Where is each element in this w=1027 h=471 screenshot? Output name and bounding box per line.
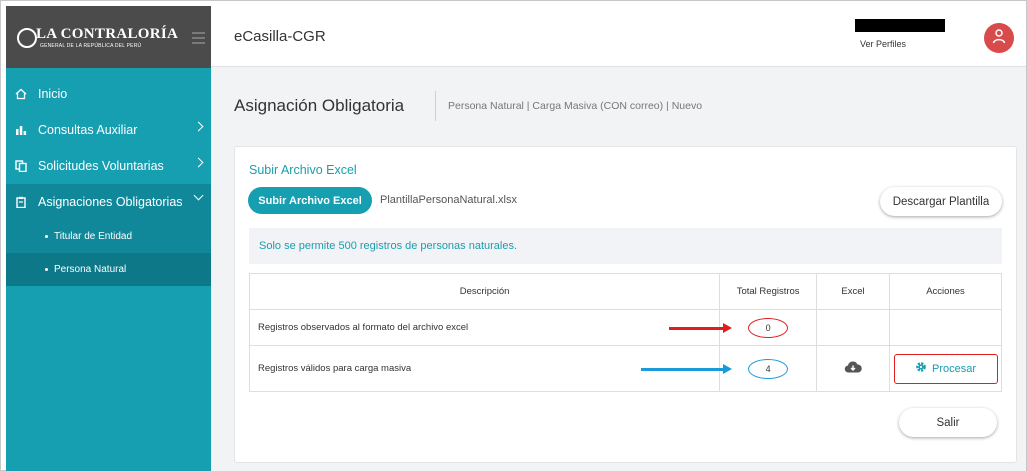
sidebar-item-consultas-auxiliar[interactable]: Consultas Auxiliar [6, 112, 211, 148]
sidebar-item-asignaciones-obligatorias[interactable]: Asignaciones Obligatorias [6, 184, 211, 220]
column-header-acciones: Acciones [889, 273, 1002, 310]
download-template-button[interactable]: Descargar Plantilla [880, 187, 1002, 216]
card-title: Subir Archivo Excel [249, 163, 357, 177]
row-description: Registros válidos para carga masiva [258, 363, 412, 374]
breadcrumb: Persona Natural | Carga Masiva (CON corr… [435, 91, 702, 121]
sidebar-subitem-titular-de-entidad[interactable]: Titular de Entidad [6, 220, 211, 253]
chevron-right-icon [193, 157, 204, 168]
red-arrow-annotation [669, 322, 732, 333]
sidebar-item-solicitudes-voluntarias[interactable]: Solicitudes Voluntarias [6, 148, 211, 184]
total-observed-badge: 0 [748, 317, 789, 338]
row-description-cell: Registros válidos para carga masiva [248, 345, 732, 392]
main-content: Asignación Obligatoria Persona Natural |… [211, 67, 1026, 471]
upload-card: Subir Archivo Excel Subir Archivo Excel … [234, 146, 1017, 463]
records-table: Descripción Total Registros Excel Accion… [248, 273, 1002, 392]
sidebar-item-label: Consultas Auxiliar [38, 123, 138, 137]
sidebar-item-label: Inicio [38, 87, 68, 101]
exit-button[interactable]: Salir [899, 408, 997, 437]
home-icon [15, 88, 27, 100]
bullet-icon [45, 235, 48, 238]
info-banner: Solo se permite 500 registros de persona… [249, 228, 1002, 264]
table-header-row: Descripción Total Registros Excel Accion… [248, 273, 1002, 310]
gear-icon [915, 361, 927, 376]
sidebar-nav: Inicio Consultas Auxiliar Solicitudes Vo… [6, 76, 211, 286]
actions-cell [889, 309, 1002, 346]
logo-subtitle: GENERAL DE LA REPÚBLICA DEL PERÚ [40, 43, 142, 49]
app-title: eCasilla-CGR [234, 28, 326, 45]
chevron-right-icon [193, 121, 204, 132]
total-cell: 0 [719, 309, 818, 346]
excel-cell [816, 309, 890, 346]
row-description: Registros observados al formato del arch… [258, 322, 469, 333]
menu-toggle-icon[interactable] [192, 32, 205, 47]
uploaded-file-name: PlantillaPersonaNatural.xlsx [380, 194, 517, 206]
logo-title: LA CONTRALORÍA [36, 26, 179, 42]
sidebar-subitem-label: Persona Natural [54, 264, 127, 275]
table-row: Registros observados al formato del arch… [248, 309, 1002, 346]
chevron-down-icon [193, 190, 204, 201]
total-valid-badge: 4 [748, 358, 789, 379]
sidebar: LA CONTRALORÍA GENERAL DE LA REPÚBLICA D… [6, 6, 211, 471]
logo-emblem-icon [17, 28, 37, 48]
procesar-label: Procesar [931, 362, 977, 375]
sidebar-subitem-persona-natural[interactable]: Persona Natural [6, 253, 211, 286]
redacted-username [855, 19, 945, 32]
page-title: Asignación Obligatoria [234, 96, 405, 115]
actions-cell: Procesar [889, 345, 1002, 392]
upload-excel-button[interactable]: Subir Archivo Excel [248, 187, 372, 214]
blue-arrow-annotation [641, 363, 732, 374]
column-header-descripcion: Descripción [248, 273, 721, 310]
table-row: Registros válidos para carga masiva 4 Pr… [248, 345, 1002, 392]
sidebar-subitem-label: Titular de Entidad [54, 231, 133, 242]
user-icon [991, 28, 1007, 49]
excel-cell [816, 345, 890, 392]
info-text: Solo se permite 500 registros de persona… [259, 240, 518, 252]
top-header: eCasilla-CGR Ver Perfiles [211, 6, 1026, 67]
column-header-excel: Excel [816, 273, 890, 310]
cloud-download-icon[interactable] [844, 361, 862, 377]
sidebar-item-label: Asignaciones Obligatorias [38, 195, 183, 209]
procesar-button[interactable]: Procesar [893, 353, 998, 384]
column-header-total-registros: Total Registros [719, 273, 818, 310]
bullet-icon [45, 268, 48, 271]
avatar[interactable] [984, 23, 1014, 53]
logo-bar: LA CONTRALORÍA GENERAL DE LA REPÚBLICA D… [6, 6, 211, 68]
sidebar-submenu: Titular de Entidad Persona Natural [6, 220, 211, 286]
clipboard-icon [15, 196, 27, 208]
bar-chart-icon [15, 124, 27, 136]
row-description-cell: Registros observados al formato del arch… [248, 309, 732, 346]
ver-perfiles-link[interactable]: Ver Perfiles [860, 39, 906, 49]
copy-icon [15, 160, 27, 172]
sidebar-item-inicio[interactable]: Inicio [6, 76, 211, 112]
sidebar-item-label: Solicitudes Voluntarias [38, 159, 164, 173]
total-cell: 4 [719, 345, 818, 392]
